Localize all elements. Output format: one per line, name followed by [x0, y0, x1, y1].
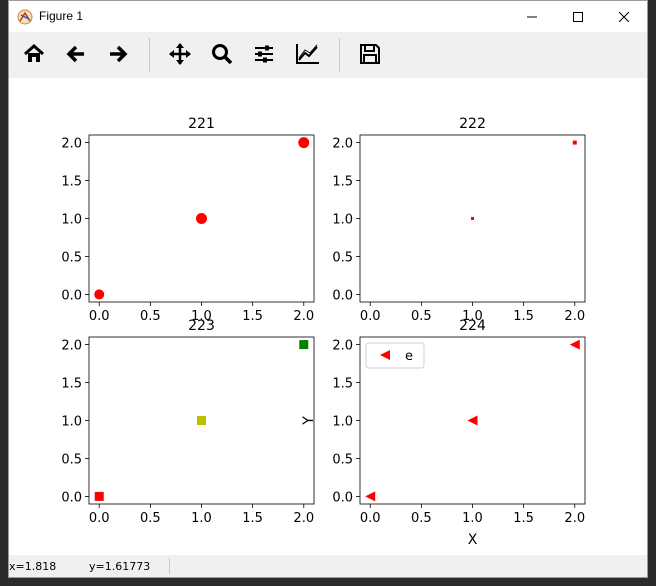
maximize-button[interactable] — [555, 1, 601, 32]
y-tick-label: 0.5 — [61, 250, 82, 265]
app-icon — [17, 9, 33, 25]
x-axis-label: X — [468, 532, 478, 548]
subplot-221: 2210.0 0.5 1.0 1.5 2.00.00.51.01.52.0 — [61, 116, 315, 324]
toolbar — [9, 32, 647, 78]
x-tick-label: 2.0 — [564, 511, 585, 526]
data-point — [365, 491, 376, 502]
data-point — [467, 415, 478, 426]
subplots-button[interactable] — [247, 37, 281, 71]
figure-window: Figure 1 221 0.0 0.5 1.0 1.5 2.0 0.0 0.5… — [8, 0, 648, 578]
save-button[interactable] — [353, 37, 387, 71]
y-tick-label: 0.5 — [332, 250, 353, 265]
toolbar-separator — [339, 38, 340, 72]
window-title: Figure 1 — [39, 9, 84, 23]
home-icon — [24, 43, 44, 62]
minimize-button[interactable] — [509, 1, 555, 32]
data-point — [471, 217, 474, 220]
x-tick-label: 2.0 — [293, 511, 314, 526]
x-tick-label: 0.0 — [89, 511, 110, 526]
minimize-icon — [527, 16, 537, 17]
y-tick-label: 1.0 — [61, 415, 82, 430]
customize-button[interactable] — [291, 37, 325, 71]
data-point — [569, 339, 580, 350]
x-tick-label: 1.0 — [191, 511, 212, 526]
maximize-icon — [573, 11, 583, 22]
forward-icon — [110, 45, 128, 63]
y-tick-label: 2.0 — [61, 137, 82, 152]
close-button[interactable] — [601, 1, 647, 32]
x-tick-label: 0.5 — [411, 511, 432, 526]
figure-canvas[interactable]: 221 0.0 0.5 1.0 1.5 2.0 0.0 0.5 1.0 1.5 2.0 222 0.0 0… — [9, 78, 647, 556]
data-point — [94, 289, 105, 300]
x-tick-label: 0.5 — [140, 511, 161, 526]
back-button[interactable] — [59, 37, 93, 71]
pan-button[interactable] — [163, 37, 197, 71]
subplot-title: 222 — [459, 116, 486, 132]
home-button[interactable] — [17, 37, 51, 71]
toolbar-separator — [149, 38, 150, 72]
x-tick-label: 1.5 — [513, 511, 534, 526]
status-bar: x=1.818 y=1.61773 — [9, 555, 647, 577]
data-point — [94, 491, 104, 501]
y-tick-label: 2.0 — [61, 339, 82, 354]
y-tick-label: 1.5 — [61, 377, 82, 392]
subplot-224: 224 0.0 0.5 1.0 1.5 2.0 0.0 0.5 1.0 1.5 2.0 X Ye — [301, 318, 586, 548]
y-tick-label: 0.0 — [332, 288, 353, 303]
data-point — [572, 140, 577, 145]
x-tick-label: 1.0 — [462, 511, 483, 526]
data-point — [299, 340, 309, 350]
x-tick-label: 0.0 — [360, 511, 381, 526]
data-point — [196, 213, 207, 224]
y-tick-label: 2.0 — [332, 137, 353, 152]
y-tick-label: 0.0 — [61, 490, 82, 505]
legend-label: e — [405, 349, 413, 364]
data-point — [298, 137, 310, 149]
status-y: y=1.61773 — [89, 560, 151, 573]
pan-icon — [169, 43, 191, 65]
data-point — [197, 416, 206, 425]
y-tick-label: 1.0 — [332, 415, 353, 430]
y-tick-label: 1.0 — [332, 213, 353, 228]
x-tick-label: 1.5 — [242, 511, 263, 526]
subplot-222: 2220.0 0.5 1.0 1.5 2.00.00.51.01.52.0 — [332, 116, 586, 324]
y-tick-label: 1.5 — [332, 377, 353, 392]
y-tick-label: 0.5 — [332, 452, 353, 467]
save-icon — [360, 44, 380, 64]
back-icon — [66, 45, 84, 63]
legend-box — [365, 342, 425, 369]
forward-button[interactable] — [101, 37, 135, 71]
y-tick-label: 1.0 — [61, 213, 82, 228]
figure-svg[interactable]: 221 0.0 0.5 1.0 1.5 2.0 0.0 0.5 1.0 1.5 2.0 222 0.0 0… — [9, 78, 647, 556]
y-tick-label: 0.0 — [332, 490, 353, 505]
x-tick-label: 1.5 — [242, 309, 263, 324]
x-tick-label: 0.0 — [89, 309, 110, 324]
y-axis-label: Y — [301, 416, 317, 426]
zoom-button[interactable] — [205, 37, 239, 71]
subplot-title: 223 — [188, 318, 215, 334]
y-tick-label: 2.0 — [332, 339, 353, 354]
zoom-icon — [212, 44, 233, 65]
y-tick-label: 0.5 — [61, 452, 82, 467]
close-icon — [619, 11, 629, 22]
x-tick-label: 2.0 — [293, 309, 314, 324]
x-tick-label: 2.0 — [564, 309, 585, 324]
status-separator — [169, 558, 170, 574]
subplot-title: 224 — [459, 318, 486, 334]
y-tick-label: 1.5 — [332, 175, 353, 190]
subplot-223: 223 0.0 0.5 1.0 1.5 2.0 0.0 0.5 1.0 1.5 2.0 — [61, 318, 315, 526]
status-x: x=1.818 — [9, 560, 57, 573]
x-tick-label: 0.0 — [360, 309, 381, 324]
x-tick-label: 1.5 — [513, 309, 534, 324]
subplots-icon — [255, 45, 273, 63]
subplot-title: 221 — [188, 116, 215, 132]
x-tick-label: 0.5 — [411, 309, 432, 324]
x-tick-label: 0.5 — [140, 309, 161, 324]
y-tick-label: 1.5 — [61, 175, 82, 190]
y-tick-label: 0.0 — [61, 288, 82, 303]
legend: e — [365, 342, 425, 369]
customize-icon — [296, 44, 319, 64]
title-bar: Figure 1 — [9, 1, 647, 32]
